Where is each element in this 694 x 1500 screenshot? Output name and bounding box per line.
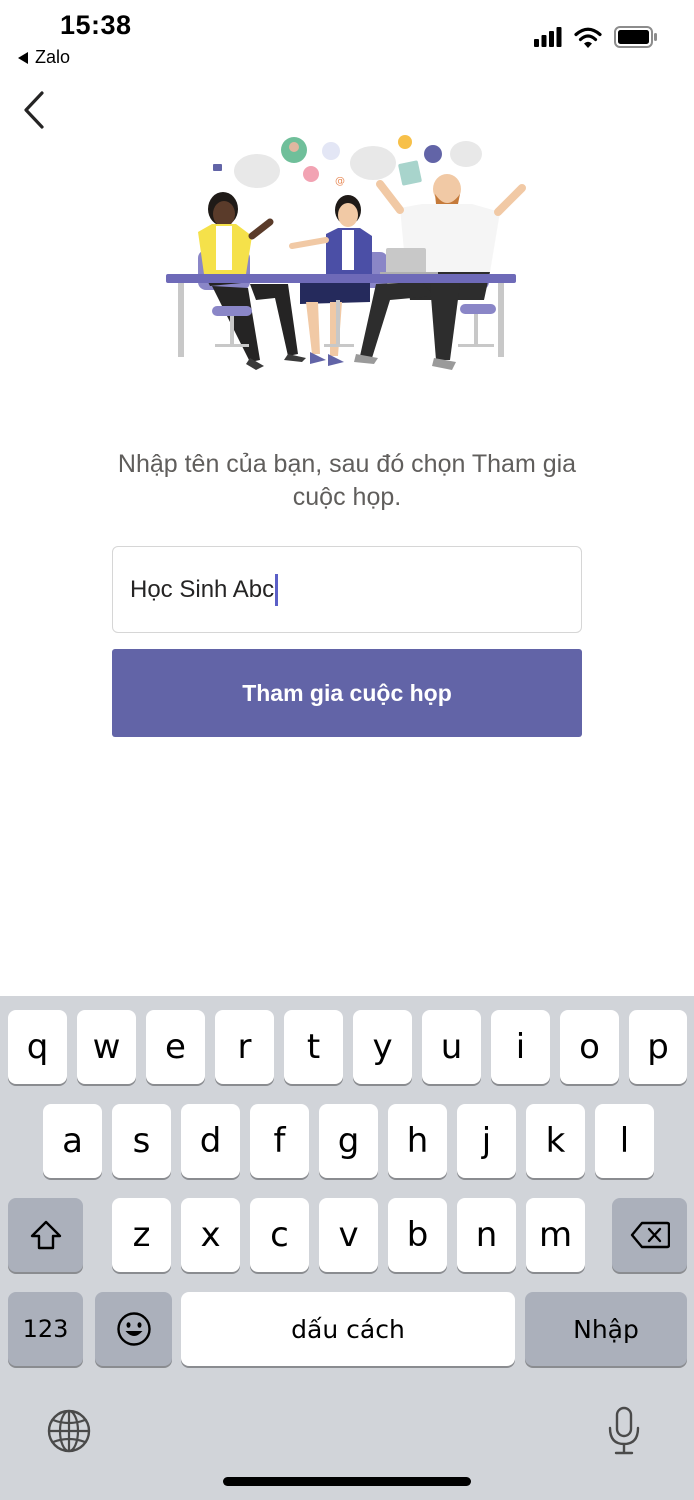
home-indicator[interactable] <box>223 1477 471 1486</box>
shift-icon <box>30 1220 61 1250</box>
join-meeting-button[interactable]: Tham gia cuộc họp <box>112 649 582 737</box>
meeting-illustration: @ <box>166 135 526 370</box>
join-meeting-screen: 15:38 Zalo @ Nhập tên của bạn, sau đó ch… <box>0 0 694 1500</box>
on-screen-keyboard: q w e r t y u i o p a s d f g h j k l z … <box>0 996 694 1500</box>
backspace-icon <box>630 1221 670 1249</box>
globe-button[interactable] <box>46 1408 92 1459</box>
key-d[interactable]: d <box>181 1104 240 1178</box>
key-a[interactable]: a <box>43 1104 102 1178</box>
delete-key[interactable] <box>612 1198 687 1272</box>
key-z[interactable]: z <box>112 1198 171 1272</box>
emoji-icon <box>116 1312 151 1346</box>
instruction-text: Nhập tên của bạn, sau đó chọn Tham gia c… <box>117 450 577 511</box>
emoji-key[interactable] <box>95 1292 172 1366</box>
key-g[interactable]: g <box>319 1104 378 1178</box>
status-time: 15:38 <box>60 10 132 40</box>
numbers-key[interactable]: 123 <box>8 1292 83 1366</box>
key-k[interactable]: k <box>526 1104 585 1178</box>
return-key[interactable]: Nhập <box>525 1292 687 1366</box>
key-f[interactable]: f <box>250 1104 309 1178</box>
key-s[interactable]: s <box>112 1104 171 1178</box>
cellular-signal-icon <box>534 27 562 47</box>
key-c[interactable]: c <box>250 1198 309 1272</box>
key-m[interactable]: m <box>526 1198 585 1272</box>
back-button[interactable] <box>20 88 60 134</box>
key-x[interactable]: x <box>181 1198 240 1272</box>
key-v[interactable]: v <box>319 1198 378 1272</box>
space-key[interactable]: dấu cách <box>181 1292 515 1366</box>
back-app-label: Zalo <box>35 47 71 67</box>
wifi-icon <box>574 27 602 48</box>
key-r[interactable]: r <box>215 1010 274 1084</box>
key-i[interactable]: i <box>491 1010 550 1084</box>
key-o[interactable]: o <box>560 1010 619 1084</box>
svg-text:@: @ <box>335 176 345 187</box>
name-input[interactable]: Học Sinh Abc <box>112 546 582 633</box>
name-input-value: Học Sinh Abc <box>130 575 275 603</box>
back-to-app-link[interactable]: Zalo <box>18 47 70 68</box>
back-triangle-icon <box>18 51 28 64</box>
text-caret <box>275 573 279 606</box>
key-h[interactable]: h <box>388 1104 447 1178</box>
key-t[interactable]: t <box>284 1010 343 1084</box>
key-l[interactable]: l <box>595 1104 654 1178</box>
key-n[interactable]: n <box>457 1198 516 1272</box>
key-w[interactable]: w <box>77 1010 136 1084</box>
key-q[interactable]: q <box>8 1010 67 1084</box>
key-j[interactable]: j <box>457 1104 516 1178</box>
chevron-left-icon <box>24 91 44 129</box>
key-u[interactable]: u <box>422 1010 481 1084</box>
key-b[interactable]: b <box>388 1198 447 1272</box>
key-y[interactable]: y <box>353 1010 412 1084</box>
status-icons <box>534 26 658 48</box>
battery-icon <box>614 26 657 48</box>
key-p[interactable]: p <box>629 1010 687 1084</box>
shift-key[interactable] <box>8 1198 83 1272</box>
key-e[interactable]: e <box>146 1010 205 1084</box>
globe-icon <box>47 1409 91 1453</box>
dictation-button[interactable] <box>606 1406 642 1461</box>
microphone-icon <box>608 1406 640 1455</box>
